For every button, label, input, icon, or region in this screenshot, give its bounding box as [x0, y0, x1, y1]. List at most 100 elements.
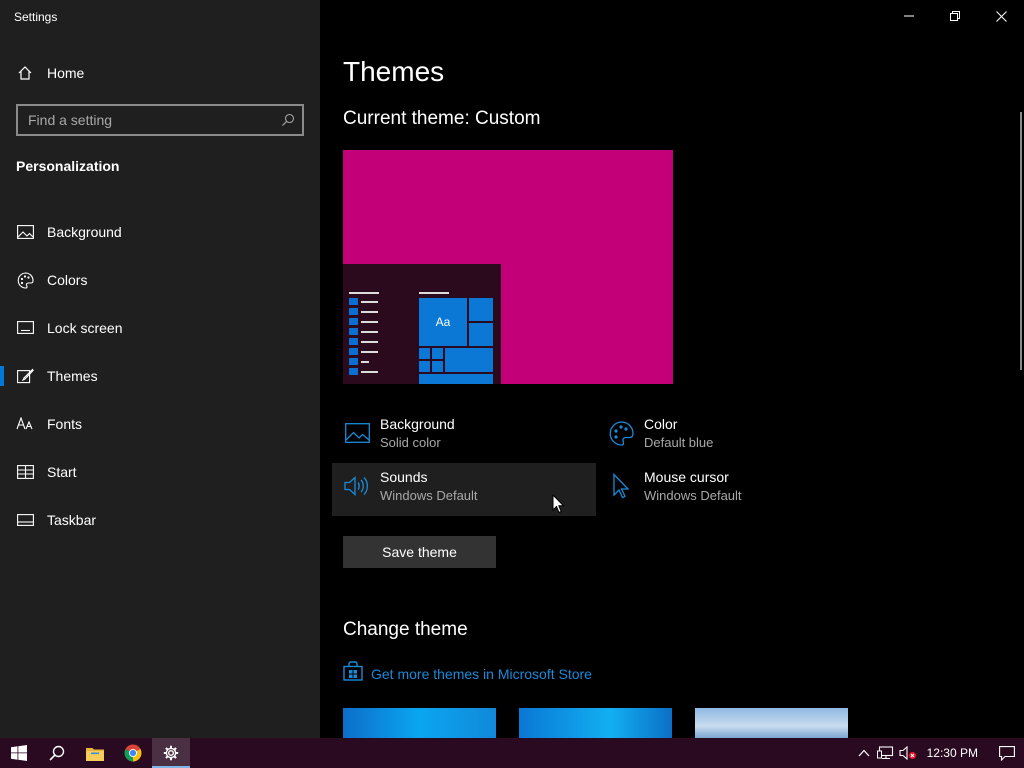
- preview-tile: [469, 323, 493, 346]
- start-icon: [16, 463, 34, 481]
- color-title: Color: [644, 416, 678, 432]
- sidebar-item-label: Background: [47, 224, 122, 240]
- background-title: Background: [380, 416, 455, 432]
- preview-list-icon: [349, 328, 358, 335]
- sidebar-item-label: Lock screen: [47, 320, 123, 336]
- brush-icon: [16, 367, 34, 385]
- sounds-title: Sounds: [380, 469, 428, 485]
- sidebar-item-taskbar[interactable]: Taskbar: [0, 496, 320, 544]
- store-link[interactable]: Get more themes in Microsoft Store: [343, 661, 592, 686]
- sidebar-item-label: Colors: [47, 272, 88, 288]
- mouse-pointer-icon: [607, 472, 635, 500]
- theme-preview: Aa: [343, 150, 673, 384]
- theme-thumbnail-windows[interactable]: [343, 708, 496, 738]
- notification-icon[interactable]: [990, 738, 1024, 768]
- lock-screen-icon: [16, 319, 34, 337]
- chevron-up-icon[interactable]: [853, 738, 875, 768]
- taskbar: 12:30 PM: [0, 738, 1024, 768]
- file-explorer-icon[interactable]: [76, 738, 114, 768]
- preview-start-menu: Aa: [343, 264, 501, 384]
- preview-tile: [445, 348, 493, 372]
- sidebar-item-fonts[interactable]: Fonts: [0, 400, 320, 448]
- store-link-label: Get more themes in Microsoft Store: [371, 665, 592, 682]
- save-theme-button[interactable]: Save theme: [343, 536, 496, 568]
- minimize-button[interactable]: [886, 0, 932, 32]
- preview-list-line: [349, 292, 379, 294]
- current-theme-label: Current theme: Custom: [343, 108, 541, 129]
- preview-list-line: [361, 371, 378, 373]
- color-setting[interactable]: Color Default blue: [596, 410, 860, 463]
- preview-tile: [419, 374, 493, 384]
- preview-list-line: [361, 331, 378, 333]
- mouse-pointer: [552, 493, 565, 519]
- sidebar-item-label: Themes: [47, 368, 98, 384]
- main-content: Themes Current theme: Custom Aa Backgrou…: [320, 0, 1024, 738]
- sidebar-item-label: Taskbar: [47, 512, 97, 528]
- sidebar-item-label: Fonts: [47, 416, 83, 432]
- preview-list-icon: [349, 348, 358, 355]
- preview-tile: [419, 361, 430, 372]
- preview-list-line: [361, 311, 378, 313]
- change-theme-heading: Change theme: [343, 619, 468, 640]
- sidebar-item-label: Start: [47, 464, 77, 480]
- settings-icon[interactable]: [152, 738, 190, 768]
- page-title: Themes: [343, 56, 445, 87]
- sidebar-item-themes[interactable]: Themes: [0, 352, 320, 400]
- start-button[interactable]: [0, 738, 38, 768]
- fonts-icon: [16, 415, 34, 433]
- preview-list-line: [361, 321, 378, 323]
- search-input[interactable]: [18, 112, 274, 128]
- preview-list-icon: [349, 358, 358, 365]
- background-setting[interactable]: Background Solid color: [332, 410, 596, 463]
- preview-tile-aa: Aa: [419, 298, 467, 346]
- sidebar-item-lock-screen[interactable]: Lock screen: [0, 304, 320, 352]
- preview-tile: [432, 361, 443, 372]
- preview-list-line: [361, 341, 378, 343]
- image-icon: [16, 223, 34, 241]
- preview-tile: [469, 298, 493, 321]
- speaker-icon: [343, 472, 371, 500]
- mouse-cursor-setting[interactable]: Mouse cursor Windows Default: [596, 463, 860, 516]
- window-controls: [886, 0, 1024, 32]
- background-value: Solid color: [380, 435, 441, 450]
- store-bag-icon: [343, 661, 363, 686]
- mouse-cursor-title: Mouse cursor: [644, 469, 729, 485]
- taskbar-search-button[interactable]: [38, 738, 76, 768]
- mouse-cursor-value: Windows Default: [644, 488, 742, 503]
- nav-list: Background Colors Lock screen Themes Fon…: [0, 208, 320, 544]
- preview-list-icon: [349, 318, 358, 325]
- theme-thumbnail-flowers[interactable]: [695, 708, 848, 738]
- preview-list-line: [361, 351, 378, 353]
- color-value: Default blue: [644, 435, 714, 450]
- preview-list-line: [361, 301, 378, 303]
- app-title: Settings: [14, 10, 58, 24]
- nav-home[interactable]: Home: [0, 56, 320, 90]
- preview-tile: [419, 348, 430, 359]
- sidebar-item-colors[interactable]: Colors: [0, 256, 320, 304]
- palette-icon: [16, 271, 34, 289]
- preview-list-icon: [349, 308, 358, 315]
- theme-thumbnail-windows-10[interactable]: [519, 708, 672, 738]
- preview-list-icon: [349, 338, 358, 345]
- sidebar: Settings Home Personalization Background…: [0, 0, 320, 738]
- search-box[interactable]: [16, 104, 304, 136]
- home-label: Home: [47, 65, 85, 81]
- sounds-value: Windows Default: [380, 488, 478, 503]
- selection-indicator: [0, 366, 4, 386]
- vertical-scrollbar[interactable]: [1020, 112, 1022, 370]
- preview-list-line: [361, 361, 369, 363]
- restore-button[interactable]: [932, 0, 978, 32]
- preview-tile: [432, 348, 443, 359]
- palette-icon: [607, 419, 635, 447]
- sidebar-item-background[interactable]: Background: [0, 208, 320, 256]
- section-title: Personalization: [16, 158, 120, 174]
- image-icon: [343, 419, 371, 447]
- clock[interactable]: 12:30 PM: [927, 746, 978, 760]
- volume-muted-icon[interactable]: [897, 738, 919, 768]
- search-icon[interactable]: [274, 106, 302, 134]
- close-button[interactable]: [978, 0, 1024, 32]
- sidebar-item-start[interactable]: Start: [0, 448, 320, 496]
- chrome-icon[interactable]: [114, 738, 152, 768]
- network-icon[interactable]: [875, 738, 897, 768]
- taskbar-icon: [16, 511, 34, 529]
